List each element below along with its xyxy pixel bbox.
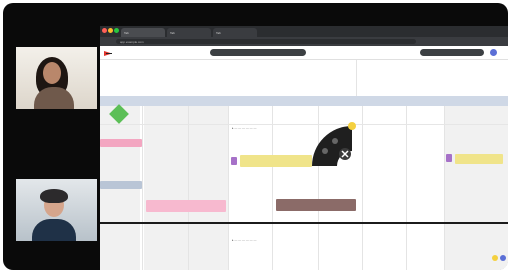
meeting-window: Tab Tab Tab app.example.com ▸ — — — — — … (3, 3, 508, 270)
browser-tab-label: Tab (124, 31, 129, 35)
grid-line (228, 106, 229, 270)
minimize-icon[interactable] (108, 28, 113, 33)
timeline-grid[interactable]: ▸ — — — — — — ▸ — — — — — — (100, 104, 508, 270)
participant-headset-icon (40, 189, 68, 203)
task-marker[interactable] (231, 157, 237, 165)
browser-tab-label: Tab (216, 31, 221, 35)
task-card[interactable] (146, 200, 226, 212)
browser-tab-bar: Tab Tab Tab (100, 26, 508, 37)
toolbar-actions[interactable] (420, 49, 484, 56)
shared-screen[interactable]: Tab Tab Tab app.example.com ▸ — — — — — … (100, 26, 508, 270)
help-button[interactable] (492, 255, 498, 261)
video-tile-participant-2[interactable] (16, 179, 97, 241)
browser-tab[interactable]: Tab (121, 28, 165, 37)
task-card[interactable] (240, 155, 312, 167)
grid-line (406, 106, 407, 270)
canvas-top-area (100, 60, 508, 96)
column-header-row (100, 96, 508, 106)
grid-line (444, 106, 445, 270)
task-marker[interactable] (446, 154, 452, 162)
row-label: ▸ — — — — — — (232, 126, 257, 130)
app-logo-icon (104, 51, 112, 56)
app-toolbar (100, 46, 508, 60)
task-card[interactable] (455, 154, 503, 164)
address-text: app.example.com (120, 40, 144, 44)
browser-url-bar: app.example.com (100, 37, 508, 46)
task-card[interactable] (276, 199, 356, 211)
divider (356, 60, 357, 96)
chat-button[interactable] (500, 255, 506, 261)
task-card[interactable] (100, 139, 142, 147)
column-lane (444, 106, 508, 270)
column-lane (144, 106, 228, 270)
browser-tab[interactable]: Tab (213, 28, 257, 37)
grid-line (272, 106, 273, 270)
grid-line (188, 106, 189, 270)
section-divider (100, 222, 508, 224)
browser-tab[interactable]: Tab (167, 28, 211, 37)
view-switcher[interactable] (210, 49, 306, 56)
video-tile-participant-1[interactable] (16, 47, 97, 109)
row-label: ▸ — — — — — — (232, 238, 257, 242)
maximize-icon[interactable] (114, 28, 119, 33)
participant-face (43, 62, 61, 84)
close-icon[interactable] (102, 28, 107, 33)
row-divider (100, 124, 508, 125)
address-field[interactable]: app.example.com (116, 39, 416, 44)
radial-menu[interactable] (307, 121, 367, 181)
participant-body (32, 219, 76, 241)
browser-tab-label: Tab (170, 31, 175, 35)
user-avatar[interactable] (490, 49, 497, 56)
task-card[interactable] (100, 181, 142, 189)
grid-line (142, 106, 143, 270)
